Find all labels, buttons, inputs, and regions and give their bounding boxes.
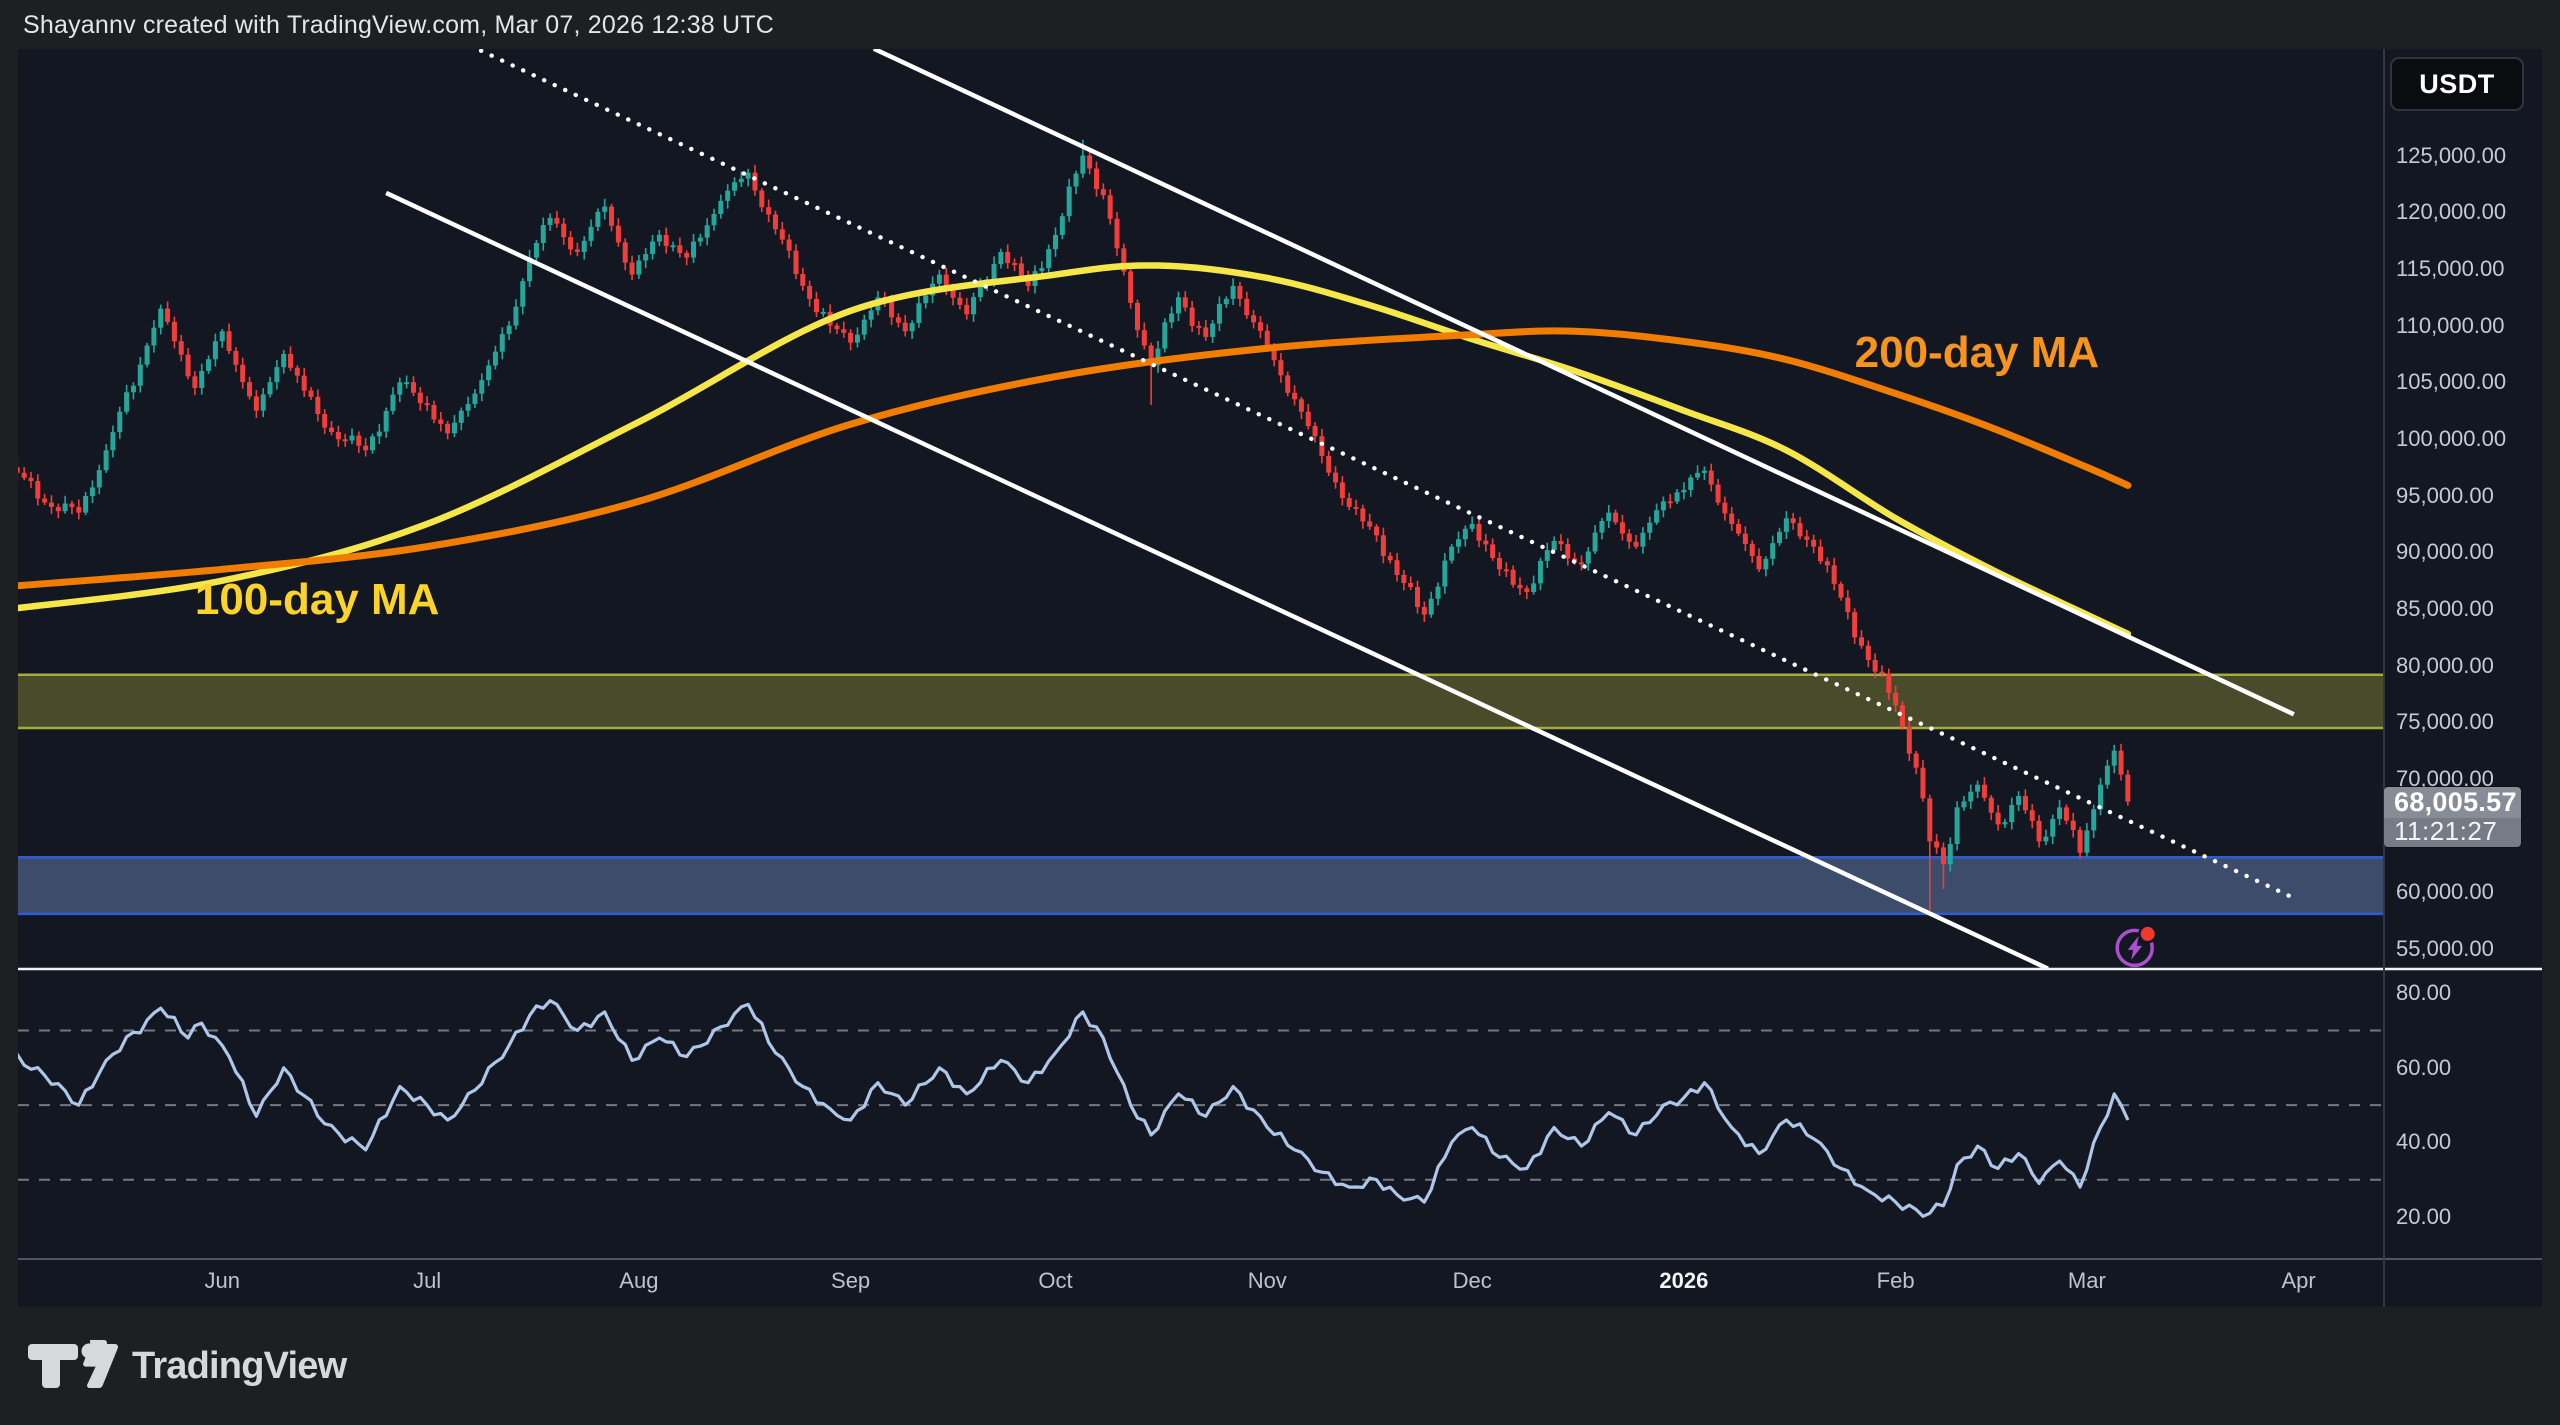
chart-canvas[interactable] bbox=[0, 0, 2560, 1425]
last-price-badge: 68,005.57 11:21:27 bbox=[2384, 787, 2521, 847]
resistance-zone bbox=[18, 675, 2384, 728]
tradingview-mark-icon bbox=[26, 1340, 118, 1392]
rsi-axis-label: 60.00 bbox=[2396, 1055, 2451, 1081]
time-axis-label: Sep bbox=[831, 1268, 870, 1294]
price-axis-label: 60,000.00 bbox=[2396, 879, 2494, 905]
price-axis-label: 100,000.00 bbox=[2396, 426, 2506, 452]
time-axis-label: Dec bbox=[1453, 1268, 1492, 1294]
tradingview-logo[interactable]: TradingView bbox=[26, 1340, 346, 1392]
last-price-value: 68,005.57 bbox=[2384, 787, 2521, 818]
price-axis-label: 75,000.00 bbox=[2396, 709, 2494, 735]
time-axis-label: Apr bbox=[2281, 1268, 2315, 1294]
time-axis-label: Oct bbox=[1038, 1268, 1072, 1294]
price-axis-label: 55,000.00 bbox=[2396, 936, 2494, 962]
price-axis-label: 115,000.00 bbox=[2396, 256, 2504, 282]
price-axis-label: 110,000.00 bbox=[2396, 313, 2504, 339]
price-axis-label: 85,000.00 bbox=[2396, 596, 2494, 622]
price-axis-label: 125,000.00 bbox=[2396, 143, 2506, 169]
price-axis-label: 105,000.00 bbox=[2396, 369, 2506, 395]
price-axis-label: 80,000.00 bbox=[2396, 653, 2494, 679]
tradingview-wordmark: TradingView bbox=[132, 1343, 346, 1389]
ma100-label: 100-day MA bbox=[195, 576, 440, 624]
currency-toggle-button[interactable]: USDT bbox=[2390, 57, 2524, 111]
price-axis-label: 95,000.00 bbox=[2396, 483, 2494, 509]
rsi-axis-label: 20.00 bbox=[2396, 1204, 2451, 1230]
rsi-axis-label: 80.00 bbox=[2396, 980, 2451, 1006]
candle-countdown: 11:21:27 bbox=[2384, 818, 2521, 847]
price-axis-label: 90,000.00 bbox=[2396, 539, 2494, 565]
time-axis-label: Jul bbox=[413, 1268, 441, 1294]
time-axis-label: Jun bbox=[204, 1268, 239, 1294]
time-axis-label: Aug bbox=[619, 1268, 658, 1294]
support-zone bbox=[18, 857, 2384, 914]
ma200-label: 200-day MA bbox=[1855, 329, 2100, 377]
time-axis-label: Feb bbox=[1877, 1268, 1915, 1294]
price-axis-label: 120,000.00 bbox=[2396, 199, 2506, 225]
rsi-axis-label: 40.00 bbox=[2396, 1129, 2451, 1155]
time-axis-label: 2026 bbox=[1659, 1268, 1708, 1294]
time-axis-label: Mar bbox=[2068, 1268, 2106, 1294]
chart-credit-text: Shayannv created with TradingView.com, M… bbox=[23, 6, 774, 44]
time-axis-label: Nov bbox=[1248, 1268, 1287, 1294]
